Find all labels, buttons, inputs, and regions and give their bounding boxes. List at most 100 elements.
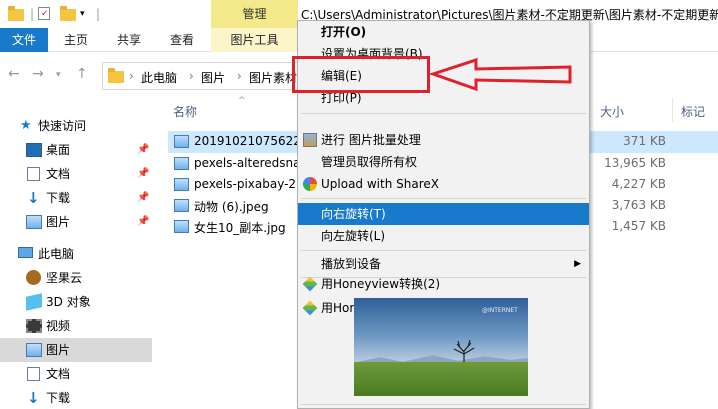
forward-icon[interactable]: → [32,66,44,82]
star-icon: ★ [20,118,32,133]
menu-item-open[interactable]: 打开(O) [298,21,589,43]
customize-toolbar-icon[interactable]: ▾ [80,6,85,22]
nav-item-documents[interactable]: 文档 📌 [24,162,152,186]
nav-label: 文档 [46,367,71,381]
address-bar[interactable]: › 此电脑 › 图片 › 图片素材 [102,62,302,90]
column-divider[interactable] [672,98,673,122]
nav-item-jianguoyun[interactable]: 坚果云 [24,266,152,290]
tab-share[interactable]: 共享 [117,28,141,52]
menu-item-rotate-left[interactable]: 向左旋转(L) [298,225,589,247]
menu-label: 用Honeyview转换(2) [321,277,441,291]
nav-item-downloads[interactable]: ↓ 下载 📌 [24,186,152,210]
file-size: 371 KB [623,134,666,148]
breadcrumb-folder[interactable]: 图片素材 [249,69,297,86]
annotation-arrow [430,57,572,92]
image-file-icon [174,220,189,233]
preview-grass [354,362,528,396]
divider: | [30,7,35,21]
nav-label: 坚果云 [46,271,83,285]
computer-icon [18,247,33,258]
cube-icon [26,293,42,311]
image-file-icon [174,178,189,191]
preview-tree [453,340,475,362]
nav-item-desktop[interactable]: 桌面 📌 [24,138,152,162]
download-icon: ↓ [27,189,40,207]
menu-item-batch-process[interactable]: 进行 图片批量处理 [298,129,589,151]
pin-icon[interactable]: 📌 [137,186,149,210]
tab-home[interactable]: 主页 [64,28,88,52]
breadcrumb-this-pc[interactable]: 此电脑 [141,69,177,86]
menu-item-cast-to-device[interactable]: 播放到设备 ▶ [298,253,589,275]
nav-item-pictures[interactable]: 图片 📌 [24,210,152,234]
nav-label: 视频 [46,319,71,333]
nav-item-3d-objects[interactable]: 3D 对象 [24,290,152,314]
desktop-icon [26,143,42,157]
nav-label: 文档 [46,167,71,181]
honeyview-icon [302,300,318,316]
chevron-right-icon: › [189,69,194,83]
new-folder-icon[interactable] [60,6,76,21]
menu-label: 播放到设备 [321,257,382,271]
nav-label: 下载 [46,191,71,205]
annotation-highlight-box [292,56,430,93]
document-icon [27,167,40,181]
properties-icon[interactable]: ✓ [38,7,50,20]
nav-label: 图片 [46,343,71,357]
nav-label: 3D 对象 [46,295,91,309]
download-icon: ↓ [27,389,40,407]
file-name: 动物 (6).jpeg [194,200,269,214]
back-icon[interactable]: ← [8,66,20,82]
menu-separator [301,404,586,405]
tab-file[interactable]: 文件 [0,28,48,52]
sharex-icon [303,177,317,191]
menu-item-rotate-right[interactable]: 向右旋转(T) [298,203,589,225]
menu-separator [301,250,586,251]
menu-item-sharex[interactable]: Upload with ShareX [298,173,589,195]
file-name: 女生10_副本.jpg [194,221,286,235]
nut-cloud-icon [26,270,41,285]
file-size: 4,227 KB [611,177,666,191]
file-size: 3,763 KB [611,198,666,212]
chevron-right-icon: › [129,69,134,83]
up-icon[interactable]: ↑ [76,66,88,82]
image-file-icon [174,199,189,212]
tab-picture-tools[interactable]: 图片工具 [211,28,298,52]
column-header-tag[interactable]: 标记 [681,103,705,120]
image-file-icon [174,157,189,170]
menu-item-take-ownership[interactable]: 管理员取得所有权 [298,151,589,173]
column-header-size[interactable]: 大小 [600,103,624,120]
column-header-name[interactable]: 名称 [173,103,197,120]
pin-icon[interactable]: 📌 [137,138,149,162]
navigation-pane: ★ 快速访问 桌面 📌 文档 📌 ↓ 下载 📌 图片 📌 此电脑 坚果云 3D … [0,108,152,409]
file-name: 20191021075622 [194,134,301,148]
pictures-icon [26,215,42,229]
folder-icon [108,68,124,83]
image-file-icon [174,135,189,148]
nav-item-pc-pictures[interactable]: 图片 [0,338,152,362]
file-size: 13,965 KB [604,156,666,170]
nav-label: 快速访问 [38,119,87,133]
menu-separator [301,198,586,199]
nav-label: 下载 [46,391,71,405]
recent-locations-icon[interactable]: ▾ [56,70,61,80]
nav-item-pc-documents[interactable]: 文档 [24,362,152,386]
nav-item-pc-downloads[interactable]: ↓ 下载 [24,386,152,409]
tab-view[interactable]: 查看 [170,28,194,52]
honeyview-icon [302,276,318,292]
preview-watermark: @INTERNET [482,307,518,314]
manage-tab[interactable]: 管理 [211,0,298,28]
chevron-right-icon: › [237,69,242,83]
nav-label: 图片 [46,215,71,229]
nav-item-videos[interactable]: 视频 [24,314,152,338]
file-name: pexels-alteredsna [194,156,301,170]
image-preview-thumbnail: @INTERNET [354,298,528,396]
menu-item-honeyview-convert[interactable]: 用Honeyview转换(2) [298,273,589,295]
pin-icon[interactable]: 📌 [137,210,149,234]
divider: | [96,7,101,21]
breadcrumb-pictures[interactable]: 图片 [201,69,225,86]
file-size: 1,457 KB [611,219,666,233]
pin-icon[interactable]: 📌 [137,162,149,186]
video-icon [26,319,42,333]
menu-separator [301,113,586,114]
pictures-icon [26,343,42,357]
